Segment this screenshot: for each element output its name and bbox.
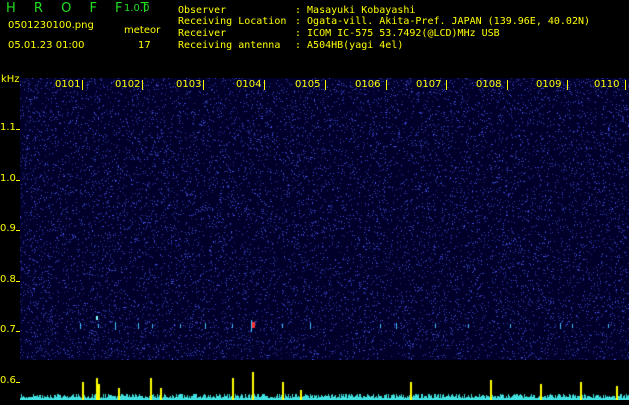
observer-label: Observer: [178, 5, 227, 16]
x-tick-label: 0102: [115, 79, 141, 90]
location-label: Receiving Location: [178, 16, 287, 27]
y-tick-label: 0.9: [0, 223, 16, 234]
x-tick: [82, 80, 83, 90]
y-tick: [16, 230, 20, 231]
file-name: 0501230100.png: [8, 20, 94, 31]
y-tick-label: 1.1: [0, 122, 16, 133]
x-tick-label: 0110: [594, 79, 620, 90]
y-tick-label: 1.0: [0, 173, 16, 184]
receiver-value: : ICOM IC-575 53.7492(@LCD)MHz USB: [295, 28, 500, 39]
x-tick-label: 0105: [295, 79, 321, 90]
receiver-label: Receiver: [178, 28, 227, 39]
x-tick: [386, 80, 387, 90]
y-tick-label: 0.7: [0, 324, 16, 335]
meteor-count: 17: [138, 40, 151, 51]
x-tick: [507, 80, 508, 90]
x-tick: [142, 80, 143, 90]
x-tick: [446, 80, 447, 90]
x-tick-label: 0103: [176, 79, 202, 90]
x-tick-label: 0109: [536, 79, 562, 90]
x-tick: [203, 80, 204, 90]
observer-value: : Masayuki Kobayashi: [295, 5, 416, 16]
meteor-label: meteor: [124, 25, 161, 36]
x-tick: [567, 80, 568, 90]
y-tick: [16, 129, 20, 130]
x-tick-label: 0101: [55, 79, 81, 90]
app-version: 1.0.0: [124, 3, 150, 14]
y-tick: [16, 331, 20, 332]
x-tick: [325, 80, 326, 90]
signal-strength-strip: [20, 360, 629, 400]
antenna-label: Receiving antenna: [178, 40, 281, 51]
x-tick-label: 0104: [236, 79, 262, 90]
x-tick-label: 0106: [355, 79, 381, 90]
antenna-value: : A504HB(yagi 4el): [295, 40, 404, 51]
y-tick: [16, 281, 20, 282]
hrofft-window: H R O F F T 1.0.0 0501230100.png meteor …: [0, 0, 629, 400]
x-tick-label: 0107: [416, 79, 442, 90]
x-tick: [625, 80, 626, 90]
x-tick: [264, 80, 265, 90]
y-tick-label: 0.8: [0, 274, 16, 285]
y-tick-label: 0.6: [0, 375, 16, 386]
spectrogram-noise: [20, 78, 629, 360]
y-tick: [16, 180, 20, 181]
signal-strength-trace: [20, 360, 629, 400]
date-time: 05.01.23 01:00: [8, 40, 85, 51]
spectrogram-display: [20, 78, 629, 360]
x-tick-label: 0108: [476, 79, 502, 90]
y-unit-label: kHz: [1, 74, 20, 85]
location-value: : Ogata-vill. Akita-Pref. JAPAN (139.96E…: [295, 16, 591, 27]
